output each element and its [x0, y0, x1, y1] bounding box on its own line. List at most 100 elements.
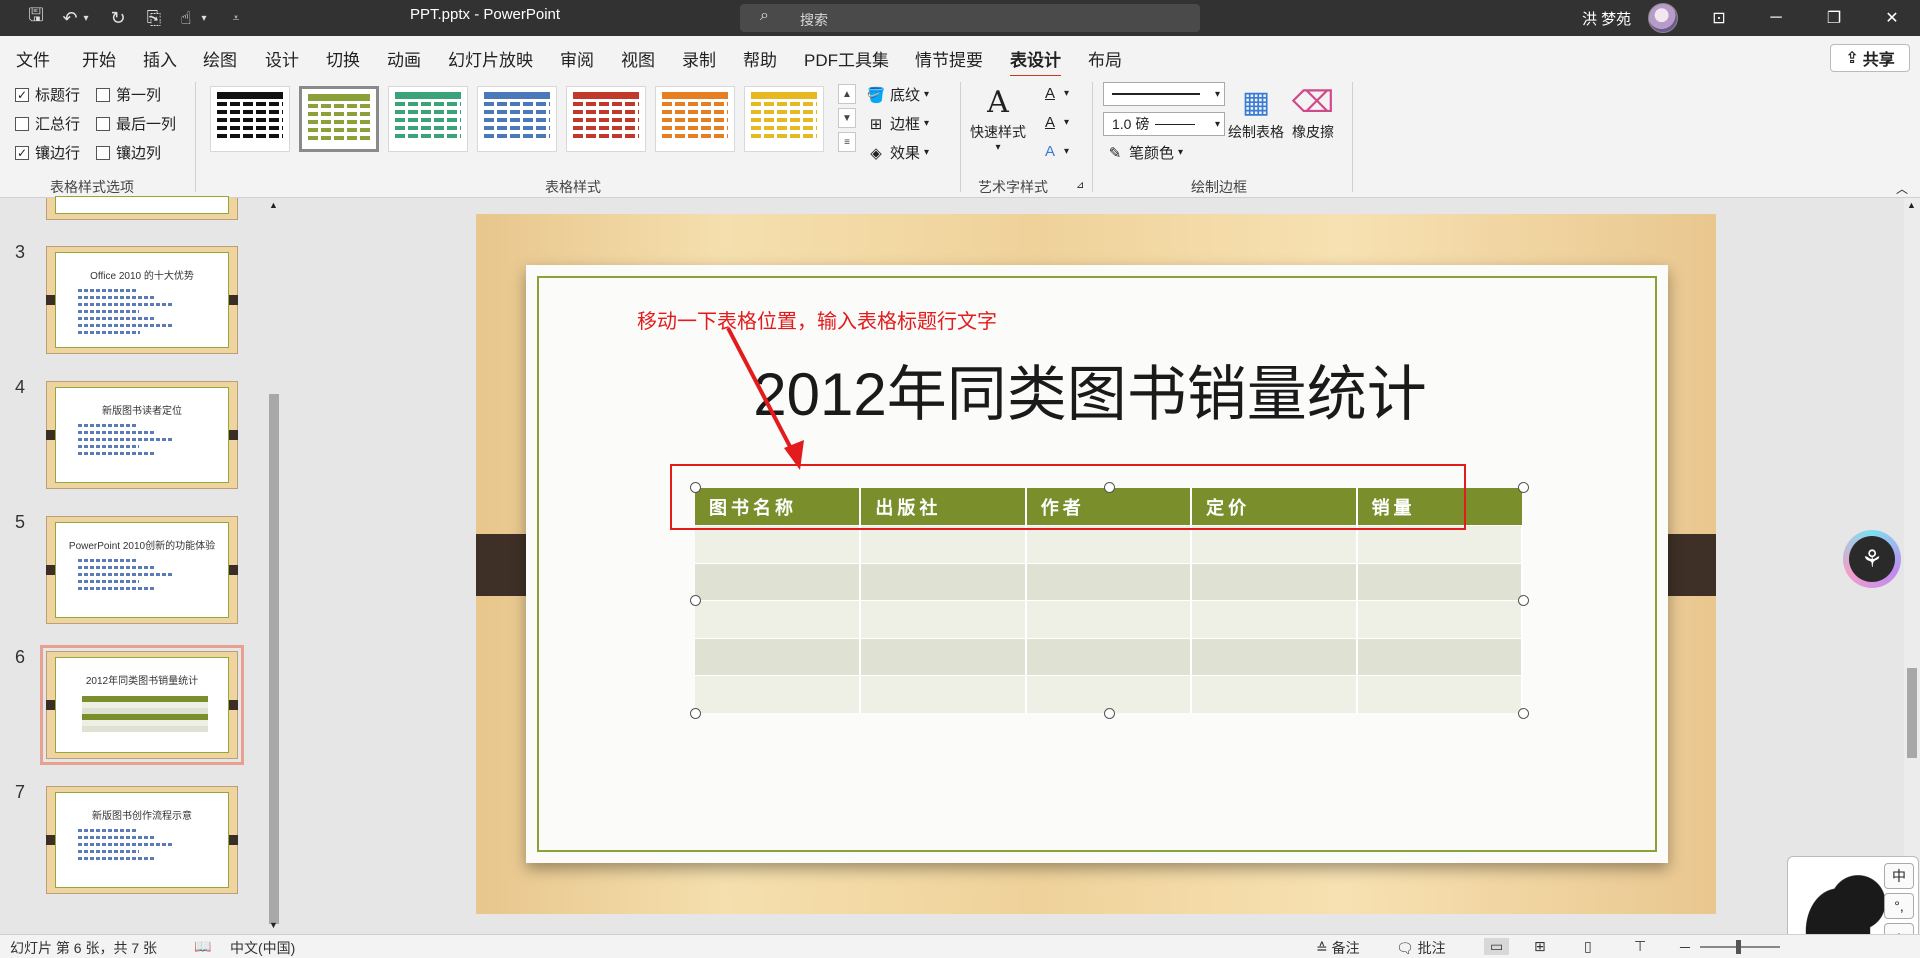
table-style-option[interactable]	[388, 86, 468, 152]
resize-handle[interactable]	[690, 708, 701, 719]
first-column-checkbox[interactable]	[96, 87, 110, 102]
pen-color-button[interactable]: ✎ 笔颜色 ▾	[1105, 142, 1183, 163]
table-style-option[interactable]	[477, 86, 557, 152]
normal-view-icon[interactable]: ▭	[1484, 938, 1510, 955]
user-name[interactable]: 洪 梦苑	[1582, 8, 1631, 29]
tab-pdf-tools[interactable]: PDF工具集	[804, 46, 889, 71]
option-banded-columns[interactable]: 镶边列	[96, 142, 161, 163]
table-cell[interactable]	[1356, 675, 1524, 713]
option-total-row[interactable]: 汇总行	[15, 113, 80, 134]
thumbnail-scrollbar[interactable]: ▲ ▼	[266, 198, 282, 934]
shading-button[interactable]: 🪣 底纹 ▾	[866, 84, 929, 105]
slide-thumbnail[interactable]: Office 2010 的十大优势	[46, 246, 238, 354]
option-header-row[interactable]: ✓ 标题行	[15, 84, 80, 105]
tab-table-design[interactable]: 表设计	[1010, 46, 1061, 78]
table-style-option[interactable]	[655, 86, 735, 152]
language-indicator[interactable]: 中文(中国)	[230, 938, 295, 958]
table-cell[interactable]	[1356, 525, 1524, 563]
avatar[interactable]	[1648, 3, 1678, 33]
slide-thumbnail[interactable]: PowerPoint 2010创新的功能体验	[46, 516, 238, 624]
gallery-up-icon[interactable]: ▲	[838, 84, 856, 104]
slideshow-icon[interactable]: ⊤	[1634, 938, 1646, 955]
banded-columns-checkbox[interactable]	[96, 145, 110, 160]
pen-style-dropdown[interactable]: ▾	[1103, 82, 1225, 106]
header-row-checkbox[interactable]: ✓	[15, 87, 29, 102]
resize-handle[interactable]	[1518, 482, 1529, 493]
tab-storyboard[interactable]: 情节提要	[915, 46, 983, 71]
slide-thumbnail-partial[interactable]	[46, 196, 238, 220]
table-cell[interactable]	[860, 637, 1027, 676]
tab-file[interactable]: 文件	[16, 46, 50, 71]
draw-table-button[interactable]: ▦ 绘制表格	[1228, 82, 1284, 142]
close-icon[interactable]: ✕	[1868, 0, 1916, 36]
comments-button[interactable]: 🗨 批注	[1396, 938, 1446, 958]
minimize-icon[interactable]: ─	[1752, 0, 1800, 36]
total-row-checkbox[interactable]	[15, 116, 29, 131]
table-cell[interactable]	[695, 675, 862, 713]
slide-sorter-icon[interactable]: ⊞	[1534, 938, 1546, 955]
table-cell[interactable]	[1191, 675, 1358, 713]
resize-handle[interactable]	[1104, 708, 1115, 719]
share-button[interactable]: ⇪ 共享	[1830, 44, 1910, 72]
option-banded-rows[interactable]: ✓ 镶边行	[15, 142, 80, 163]
tab-slideshow[interactable]: 幻灯片放映	[448, 46, 533, 71]
text-effects-button[interactable]: A ▾	[1040, 142, 1069, 160]
tab-help[interactable]: 帮助	[743, 46, 777, 71]
table-style-option[interactable]	[566, 86, 646, 152]
table-cell[interactable]	[1025, 525, 1193, 563]
scroll-thumb[interactable]	[269, 394, 279, 924]
save-icon[interactable]: 🖫	[18, 0, 54, 36]
search-input[interactable]: ⌕ 搜索	[740, 4, 1200, 32]
gallery-more-icon[interactable]: ≡	[838, 132, 856, 152]
canvas-scrollbar[interactable]: ▲	[1904, 198, 1920, 934]
table-cell[interactable]	[695, 637, 862, 676]
resize-handle[interactable]	[690, 595, 701, 606]
quick-styles-button[interactable]: A 快速样式 ▾	[970, 82, 1026, 154]
redo-icon[interactable]: ↻	[100, 0, 136, 36]
banded-rows-checkbox[interactable]: ✓	[15, 145, 29, 160]
option-first-column[interactable]: 第一列	[96, 84, 161, 105]
table-style-option[interactable]	[210, 86, 290, 152]
tab-animations[interactable]: 动画	[387, 46, 421, 71]
table-cell[interactable]	[1191, 600, 1358, 638]
restore-icon[interactable]: ❐	[1810, 0, 1858, 36]
table-cell[interactable]	[695, 562, 862, 601]
zoom-slider-thumb[interactable]	[1736, 940, 1741, 954]
tab-review[interactable]: 审阅	[560, 46, 594, 71]
slide-thumbnail[interactable]: 2012年同类图书销量统计	[40, 645, 244, 765]
table-cell[interactable]	[860, 562, 1027, 601]
dialog-launcher-icon[interactable]: ⊿	[1076, 180, 1084, 191]
text-fill-button[interactable]: A ▾	[1040, 84, 1069, 102]
table-cell[interactable]	[1356, 562, 1524, 601]
table-cell[interactable]	[1191, 525, 1358, 563]
ime-mode-key[interactable]: 中	[1884, 863, 1914, 889]
reading-view-icon[interactable]: ▯	[1584, 938, 1592, 955]
scroll-thumb[interactable]	[1907, 668, 1917, 758]
present-icon[interactable]: ⎘	[136, 0, 172, 36]
tab-transitions[interactable]: 切换	[326, 46, 360, 71]
table-cell[interactable]	[1025, 600, 1193, 638]
table-cell[interactable]	[860, 600, 1027, 638]
table-cell[interactable]	[1191, 562, 1358, 601]
table-cell[interactable]	[1191, 637, 1358, 676]
table-style-option[interactable]	[744, 86, 824, 152]
table-cell[interactable]	[1025, 562, 1193, 601]
zoom-out-icon[interactable]: －	[1678, 938, 1692, 958]
scroll-up-icon[interactable]: ▲	[1907, 200, 1916, 210]
text-outline-button[interactable]: A ▾	[1040, 113, 1069, 131]
tab-insert[interactable]: 插入	[143, 46, 177, 71]
table-cell[interactable]	[1356, 600, 1524, 638]
undo-dropdown-icon[interactable]: ▾	[78, 0, 94, 36]
slide-thumbnail[interactable]: 新版图书读者定位	[46, 381, 238, 489]
table-cell[interactable]	[860, 525, 1027, 563]
effects-button[interactable]: ◈ 效果 ▾	[866, 142, 929, 163]
tab-layout[interactable]: 布局	[1088, 46, 1122, 71]
tab-view[interactable]: 视图	[621, 46, 655, 71]
table-cell[interactable]	[695, 600, 862, 638]
eraser-button[interactable]: ⌫ 橡皮擦	[1292, 82, 1334, 142]
ribbon-display-icon[interactable]: ⊡	[1695, 0, 1743, 36]
borders-button[interactable]: ⊞ 边框 ▾	[866, 113, 929, 134]
tab-design[interactable]: 设计	[265, 46, 299, 71]
customize-toolbar-icon[interactable]: ⩡	[218, 0, 254, 36]
slide-title[interactable]: 2012年同类图书销量统计	[560, 346, 1620, 433]
